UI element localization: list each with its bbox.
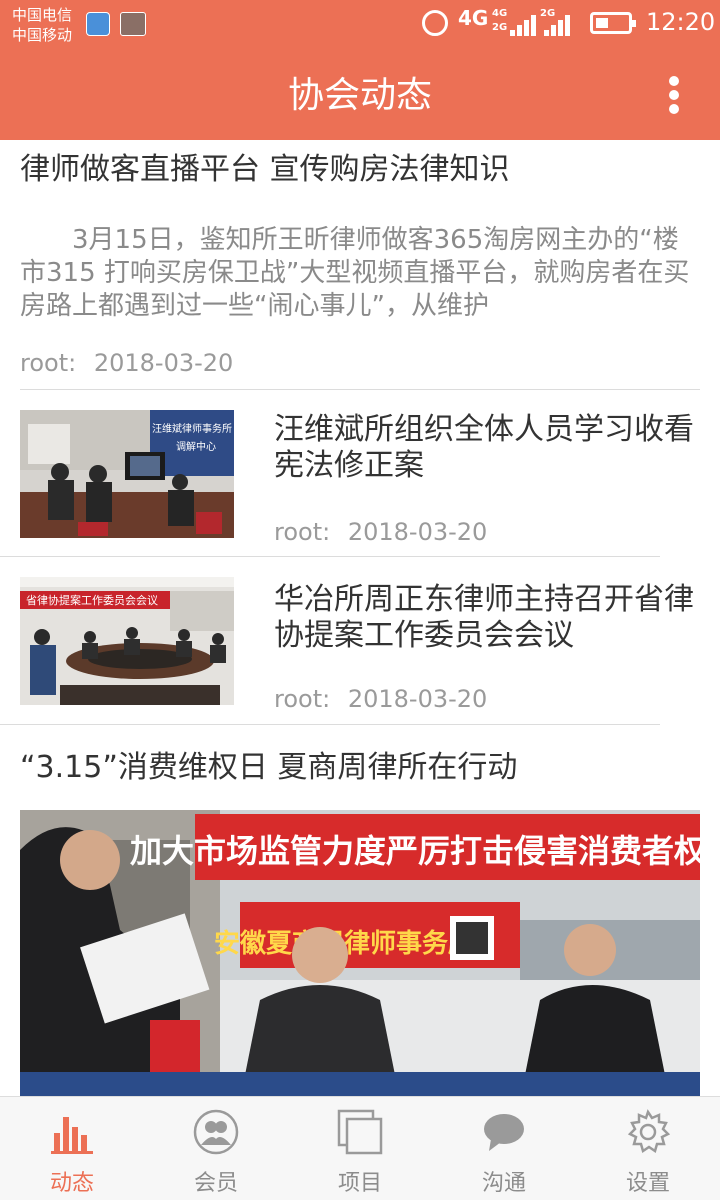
divider <box>20 389 700 390</box>
tab-news[interactable]: 动态 <box>0 1097 144 1200</box>
article-date: 2018-03-20 <box>93 349 234 377</box>
more-vertical-icon[interactable] <box>662 74 686 116</box>
tab-projects[interactable]: 项目 <box>288 1097 432 1200</box>
carrier-info: 中国电信 中国移动 <box>12 5 72 45</box>
divider <box>0 724 660 725</box>
status-bar: 中国电信 中国移动 4G 4G 2G 2G 12:20 <box>0 0 720 50</box>
article-cover-image[interactable]: 加大市场监管力度严厉打击侵害消费者权益行 安徽夏商周律师事务所 <box>20 810 700 1096</box>
tab-label: 动态 <box>49 1171 94 1196</box>
carrier-1: 中国电信 <box>12 6 73 24</box>
article-author: root: <box>274 518 331 546</box>
tab-label: 设置 <box>625 1171 670 1196</box>
app-header: 中国电信 中国移动 4G 4G 2G 2G 12:20 协会动态 <box>0 0 720 140</box>
news-feed[interactable]: 律师做客直播平台 宣传购房法律知识 3月15日，鉴知所王昕律师做客365淘房网主… <box>0 140 720 1096</box>
article-title: 律师做客直播平台 宣传购房法律知识 <box>20 152 510 187</box>
chat-icon <box>484 1114 524 1151</box>
page-title: 协会动态 <box>287 75 432 116</box>
clock: 12:20 <box>646 8 716 36</box>
article-card-4[interactable]: “3.15”消费维权日 夏商周律所在行动 <box>20 748 700 788</box>
article-thumbnail: 省律协提案工作委员会会议 <box>20 577 234 705</box>
article-title: 华冶所周正东律师主持召开省律协提案工作委员会会议 <box>274 582 694 653</box>
divider <box>0 556 660 557</box>
consumer-rights-event-photo: 加大市场监管力度严厉打击侵害消费者权益行 安徽夏商周律师事务所 <box>20 810 700 1096</box>
conference-photo: 省律协提案工作委员会会议 <box>20 577 234 705</box>
bar-chart-icon <box>51 1117 93 1154</box>
thumb-sign-text-2: 调解中心 <box>176 440 216 453</box>
tab-chat[interactable]: 沟通 <box>432 1097 576 1200</box>
thumb-banner-text: 省律协提案工作委员会会议 <box>26 593 158 607</box>
signal-icon-2 <box>544 12 578 36</box>
signal-icon <box>510 12 544 36</box>
article-date: 2018-03-20 <box>347 518 488 546</box>
article-title: 汪维斌所组织全体人员学习收看宪法修正案 <box>274 412 694 483</box>
tab-label: 会员 <box>193 1171 238 1196</box>
thumb-sign-text: 汪维斌律师事务所 <box>152 422 232 435</box>
article-meta: root: 2018-03-20 <box>274 684 487 714</box>
signal-1-type: 4G <box>492 8 508 19</box>
network-type: 4G <box>458 6 489 30</box>
health-app-icon <box>86 12 110 36</box>
article-summary: 3月15日，鉴知所王昕律师做客365淘房网主办的“楼市315 打响买房保卫战”大… <box>20 225 690 321</box>
tab-label: 沟通 <box>481 1171 526 1196</box>
signal-2-type: 2G <box>492 22 508 33</box>
article-author: root: <box>274 685 331 713</box>
article-meta: root: 2018-03-20 <box>20 348 700 378</box>
settings-icon <box>627 1109 671 1153</box>
alarm-icon <box>422 10 448 36</box>
meeting-room-photo: 汪维斌律师事务所 调解中心 <box>20 410 234 538</box>
article-card-1[interactable]: 律师做客直播平台 宣传购房法律知识 3月15日，鉴知所王昕律师做客365淘房网主… <box>20 150 700 378</box>
photo-banner-text: 加大市场监管力度严厉打击侵害消费者权益行 <box>130 832 700 870</box>
tab-members[interactable]: 会员 <box>144 1097 288 1200</box>
carrier-2: 中国移动 <box>12 26 73 44</box>
tab-label: 项目 <box>337 1171 382 1196</box>
bottom-tab-bar: 动态 会员 项目 沟通 设置 <box>0 1096 720 1200</box>
gallery-app-icon <box>120 12 146 36</box>
members-icon <box>193 1109 239 1155</box>
article-thumbnail: 汪维斌律师事务所 调解中心 <box>20 410 234 538</box>
article-title: “3.15”消费维权日 夏商周律所在行动 <box>20 750 518 785</box>
article-author: root: <box>20 349 77 377</box>
article-meta: root: 2018-03-20 <box>274 517 487 547</box>
article-date: 2018-03-20 <box>347 685 488 713</box>
battery-icon <box>590 12 636 34</box>
projects-icon <box>337 1109 383 1155</box>
tab-settings[interactable]: 设置 <box>576 1097 720 1200</box>
